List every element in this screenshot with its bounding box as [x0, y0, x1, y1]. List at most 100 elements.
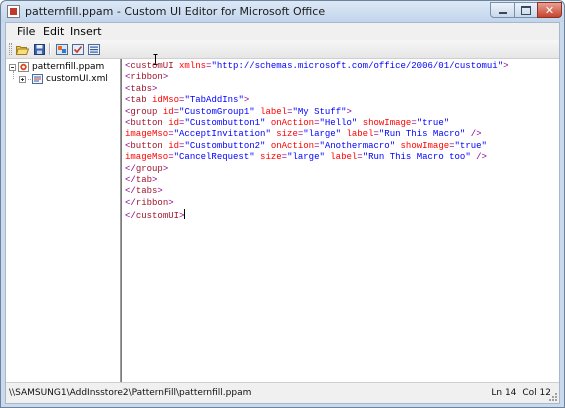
tree-connector: [28, 78, 31, 80]
code-token: idMso: [152, 95, 180, 106]
menu-file[interactable]: File: [17, 25, 35, 38]
code-token: tab: [130, 95, 147, 106]
minimize-button[interactable]: [490, 2, 515, 18]
code-token: "large": [303, 129, 342, 140]
code-token: tab: [135, 174, 153, 185]
code-line[interactable]: <ribbon>: [125, 72, 509, 83]
code-token: />: [476, 152, 487, 163]
code-token: >: [157, 186, 163, 197]
code-token: >: [152, 83, 158, 94]
text-caret: [184, 209, 186, 220]
code-token: "true": [416, 117, 450, 128]
app-window: patternfill.ppam - Custom UI Editor for …: [0, 0, 565, 408]
code-token: group: [130, 106, 158, 117]
code-line[interactable]: </group>: [125, 164, 509, 175]
code-token: ribbon: [135, 197, 169, 208]
insert-icons-button[interactable]: [55, 42, 69, 56]
tree-root-label: patternfill.ppam: [32, 62, 105, 72]
code-token: "Anothermacro": [319, 140, 396, 151]
code-token: "Custombutton1": [184, 117, 266, 128]
generate-callbacks-button[interactable]: [87, 42, 101, 56]
line-number: Ln 14: [491, 388, 517, 398]
validate-button[interactable]: [71, 42, 85, 56]
open-button[interactable]: [15, 42, 29, 56]
code-line[interactable]: </customUI>: [125, 209, 509, 222]
column-number: Col 12: [522, 388, 551, 398]
code-token: button: [130, 117, 163, 128]
client-area: File Edit Insert patternfill.ppam custom…: [5, 22, 560, 404]
code-token: "CancelRequest": [173, 152, 255, 163]
code-token: imageMso: [125, 129, 169, 140]
code-token: onAction: [270, 140, 315, 151]
status-bar: \\SAMSUNG1\AddInsstore2\PatternFill\patt…: [6, 382, 559, 403]
code-line[interactable]: </ribbon>: [125, 198, 509, 209]
toolbar: [6, 40, 559, 59]
file-path: \\SAMSUNG1\AddInsstore2\PatternFill\patt…: [9, 388, 252, 398]
code-token: "large": [287, 152, 325, 163]
code-token: "AcceptInvitation": [173, 129, 271, 140]
save-button[interactable]: [32, 42, 46, 56]
code-token: "TabAddIns": [184, 95, 244, 106]
code-token: id: [162, 106, 174, 117]
collapse-icon[interactable]: [9, 63, 16, 71]
tree-node-root[interactable]: patternfill.ppam: [9, 61, 104, 73]
code-token: "Run This Macro too": [362, 152, 471, 163]
code-line[interactable]: <tabs>: [125, 84, 509, 95]
code-token: tabs: [130, 83, 153, 94]
menu-edit[interactable]: Edit: [43, 25, 64, 38]
code-line[interactable]: <group id="CustomGroup1" label="My Stuff…: [125, 107, 509, 118]
ppam-file-icon: [18, 62, 29, 72]
minimize-icon: [498, 11, 507, 14]
menu-insert[interactable]: Insert: [70, 25, 102, 38]
toolbar-grip[interactable]: [9, 43, 12, 55]
code-token: </: [125, 197, 136, 208]
code-token: button: [130, 140, 163, 151]
code-line[interactable]: imageMso="CancelRequest" size="large" la…: [125, 152, 509, 163]
app-icon: [7, 5, 20, 18]
code-token: "true": [454, 140, 487, 151]
xml-editor[interactable]: <customUI xmlns="http://schemas.microsof…: [121, 54, 559, 402]
code-line[interactable]: <tab idMso="TabAddIns">: [125, 95, 509, 106]
code-token: >: [162, 163, 169, 174]
code-token: >: [152, 174, 158, 185]
code-token: </: [125, 174, 136, 185]
code-token: </: [125, 211, 136, 222]
close-button[interactable]: ✕: [537, 2, 562, 18]
code-text[interactable]: <customUI xmlns="http://schemas.microsof…: [125, 61, 509, 222]
code-token: >: [243, 95, 250, 106]
code-line[interactable]: <button id="Custombutton2" onAction="Ano…: [125, 141, 509, 152]
code-token: id: [168, 117, 180, 128]
maximize-icon: [521, 5, 531, 15]
save-icon: [33, 43, 45, 55]
code-token: label: [330, 152, 358, 163]
code-token: "My Stuff": [292, 106, 347, 117]
cursor-position: Ln 14 Col 12: [485, 388, 551, 398]
code-token: id: [168, 140, 180, 151]
code-token: </: [125, 186, 136, 197]
code-token: "http://schemas.microsoft.com/office/200…: [211, 61, 504, 71]
maximize-button[interactable]: [514, 2, 538, 18]
code-token: tabs: [135, 186, 158, 197]
code-line[interactable]: </tab>: [125, 175, 509, 186]
code-token: "Custombutton2": [184, 140, 266, 151]
expand-icon[interactable]: [19, 75, 26, 83]
window-title: patternfill.ppam - Custom UI Editor for …: [25, 5, 326, 18]
tree-node-customui[interactable]: customUI.xml: [19, 73, 108, 85]
code-token: />: [470, 129, 482, 140]
resize-grip-icon[interactable]: [548, 392, 558, 402]
validate-icon: [72, 43, 84, 55]
code-token: </: [125, 163, 136, 174]
code-line[interactable]: <customUI xmlns="http://schemas.microsof…: [125, 61, 509, 72]
code-token: group: [135, 163, 163, 174]
callbacks-icon: [88, 43, 100, 55]
code-line[interactable]: </tabs>: [125, 186, 509, 197]
menu-bar: File Edit Insert: [6, 23, 559, 40]
title-bar[interactable]: patternfill.ppam - Custom UI Editor for …: [1, 1, 564, 22]
code-token: "CustomGroup1": [179, 106, 255, 117]
code-token: xmlns: [179, 61, 207, 71]
code-token: >: [503, 61, 509, 71]
code-line[interactable]: imageMso="AcceptInvitation" size="large"…: [125, 129, 509, 140]
code-token: customUI: [130, 61, 174, 71]
code-token: >: [168, 197, 174, 208]
code-line[interactable]: <button id="Custombutton1" onAction="Hel…: [125, 118, 509, 129]
